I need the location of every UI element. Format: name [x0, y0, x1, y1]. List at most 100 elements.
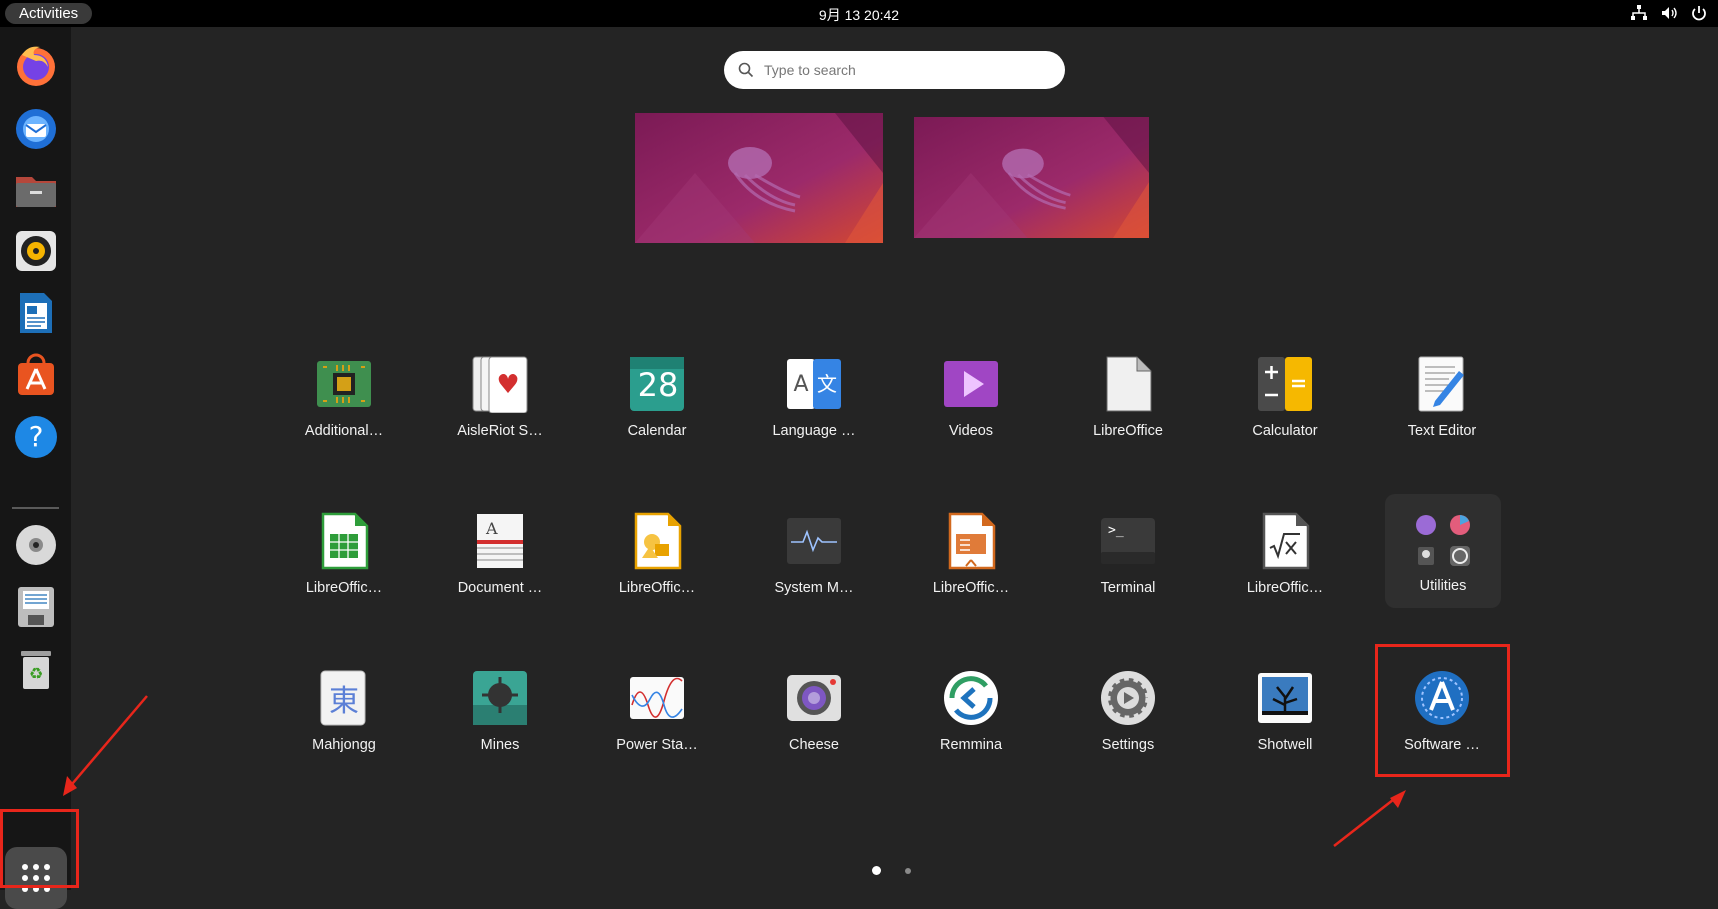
svg-text:♻: ♻ [28, 664, 42, 683]
workspace-thumbnail-1[interactable] [635, 113, 883, 243]
power-statistics-icon [630, 677, 684, 719]
language-icon: A文 [787, 359, 841, 409]
page-dot-active[interactable] [872, 866, 881, 875]
app-label: Videos [948, 423, 994, 439]
app-label: Cheese [789, 737, 839, 753]
document-icon [1106, 356, 1152, 412]
remmina-icon [944, 671, 998, 725]
dock-item-rhythmbox[interactable] [8, 223, 63, 278]
app-label: Calculator [1252, 423, 1318, 439]
help-icon: ? [14, 415, 57, 458]
thunderbird-icon [15, 108, 56, 149]
volume-icon[interactable] [1660, 4, 1678, 22]
cards-icon: ♥ [472, 356, 528, 413]
page-indicator[interactable] [872, 866, 911, 875]
spreadsheet-icon [321, 512, 369, 570]
search-icon [738, 62, 754, 78]
terminal-prompt: >_ [1108, 523, 1124, 538]
app-label: Language … [772, 423, 856, 439]
dock-item-thunderbird[interactable] [8, 99, 63, 154]
system-tray[interactable] [1630, 4, 1708, 22]
highlight-box-show-apps [0, 809, 79, 888]
svg-text:A: A [793, 372, 808, 397]
annotation-arrow-software [1333, 790, 1406, 847]
svg-text:文: 文 [817, 372, 837, 396]
system-monitor-icon [787, 518, 841, 564]
disc-icon [15, 524, 56, 565]
trash-icon: ♻ [20, 650, 51, 689]
app-shotwell[interactable]: Shotwell [1221, 669, 1349, 799]
formula-icon [1262, 512, 1310, 570]
power-icon[interactable] [1690, 4, 1708, 22]
svg-text:A: A [485, 519, 498, 538]
dock-item-files[interactable] [8, 161, 63, 216]
calculator-icon [1258, 357, 1312, 411]
dock-item-disc[interactable] [8, 517, 63, 572]
app-text-editor[interactable]: Text Editor [1378, 355, 1506, 485]
app-language-support[interactable]: A文 Language … [750, 355, 878, 485]
app-terminal[interactable]: Terminal [1064, 512, 1192, 642]
app-libreoffice-math[interactable]: LibreOffic… [1221, 512, 1349, 642]
presentation-icon [948, 512, 996, 570]
utilities-folder-icons [1416, 515, 1470, 566]
app-system-monitor[interactable]: System M… [750, 512, 878, 642]
wallpaper-jellyfish [914, 117, 1149, 238]
page-dot[interactable] [905, 868, 911, 874]
network-icon[interactable] [1630, 4, 1648, 22]
app-label: Power Sta… [616, 737, 698, 753]
app-label: System M… [774, 580, 854, 596]
chip-icon [317, 361, 371, 407]
app-libreoffice-calc[interactable]: LibreOffic… [280, 512, 408, 642]
top-bar: Activities 9月 13 20:42 [0, 0, 1718, 27]
webcam-icon [787, 675, 841, 721]
clock[interactable]: 9月 13 20:42 [0, 5, 1718, 25]
floppy-icon [17, 586, 54, 627]
search-input[interactable] [764, 62, 1044, 78]
photo-tree-icon [1258, 673, 1312, 723]
dock-separator [12, 507, 59, 509]
app-libreoffice[interactable]: LibreOffice [1064, 355, 1192, 485]
app-label: Additional… [304, 423, 384, 439]
app-additional-drivers[interactable]: Additional… [280, 355, 408, 485]
app-label: Terminal [1100, 580, 1156, 596]
dock-item-ubuntu-software[interactable] [8, 347, 63, 402]
app-folder-utilities[interactable]: Utilities [1385, 494, 1501, 608]
app-label: Shotwell [1257, 737, 1313, 753]
gear-icon [1101, 671, 1155, 725]
video-play-icon [944, 361, 998, 407]
dock-item-firefox[interactable] [8, 37, 63, 92]
dock-item-save[interactable] [8, 579, 63, 634]
text-editor-icon [1418, 356, 1464, 412]
highlight-box-software [1375, 644, 1510, 777]
app-label: Mahjongg [312, 737, 376, 753]
files-icon [15, 176, 56, 207]
terminal-icon [1101, 518, 1155, 564]
dock-item-trash[interactable]: ♻ [8, 641, 63, 696]
app-libreoffice-impress[interactable]: LibreOffic… [907, 512, 1035, 642]
app-settings[interactable]: Settings [1064, 669, 1192, 799]
mine-icon [473, 671, 527, 725]
app-cheese[interactable]: Cheese [750, 669, 878, 799]
wallpaper-jellyfish [635, 113, 883, 243]
app-remmina[interactable]: Remmina [907, 669, 1035, 799]
draw-icon [634, 512, 682, 570]
app-calculator[interactable]: Calculator [1221, 355, 1349, 485]
search-bar[interactable] [724, 51, 1065, 89]
software-store-icon [17, 353, 54, 395]
app-libreoffice-draw[interactable]: LibreOffic… [593, 512, 721, 642]
workspace-thumbnail-2[interactable] [914, 117, 1149, 238]
dock-item-help[interactable]: ? [8, 409, 63, 464]
app-power-statistics[interactable]: Power Sta… [593, 669, 721, 799]
app-label: Document … [457, 580, 543, 596]
dock-item-writer[interactable] [8, 285, 63, 340]
app-label: Utilities [1419, 578, 1467, 594]
app-label: Text Editor [1407, 423, 1477, 439]
svg-text:♥: ♥ [496, 370, 519, 400]
app-videos[interactable]: Videos [907, 355, 1035, 485]
app-document-viewer[interactable]: A Document … [436, 512, 564, 642]
app-label: LibreOffic… [932, 580, 1010, 596]
app-aisleriot[interactable]: ♥ AisleRiot S… [436, 355, 564, 485]
app-label: Calendar [627, 423, 687, 439]
app-label: LibreOffice [1093, 423, 1163, 439]
app-mines[interactable]: Mines [436, 669, 564, 799]
